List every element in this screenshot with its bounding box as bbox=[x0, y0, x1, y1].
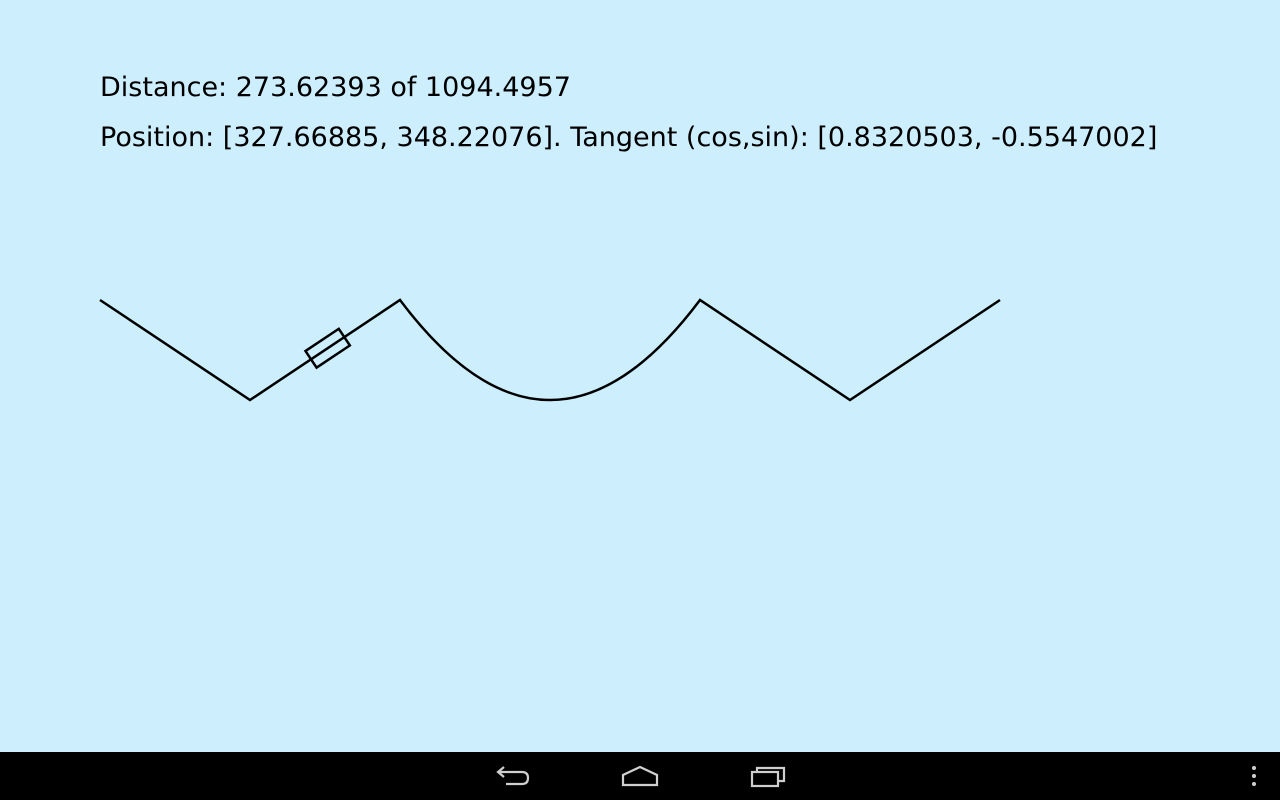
overflow-menu-icon bbox=[1252, 766, 1256, 786]
back-arrow-icon bbox=[496, 766, 530, 786]
overflow-menu-button[interactable] bbox=[1230, 752, 1278, 800]
system-navigation-bar bbox=[0, 752, 1280, 800]
home-button[interactable] bbox=[600, 752, 680, 800]
path-drawing bbox=[99, 298, 1001, 402]
measured-path bbox=[99, 298, 1001, 402]
app-screen: Distance: 273.62393 of 1094.4957 Positio… bbox=[0, 0, 1280, 800]
canvas-view[interactable]: Distance: 273.62393 of 1094.4957 Positio… bbox=[0, 0, 1280, 752]
recent-apps-button[interactable] bbox=[728, 752, 808, 800]
back-button[interactable] bbox=[472, 752, 552, 800]
recent-apps-icon bbox=[750, 766, 786, 788]
home-icon bbox=[621, 765, 659, 787]
